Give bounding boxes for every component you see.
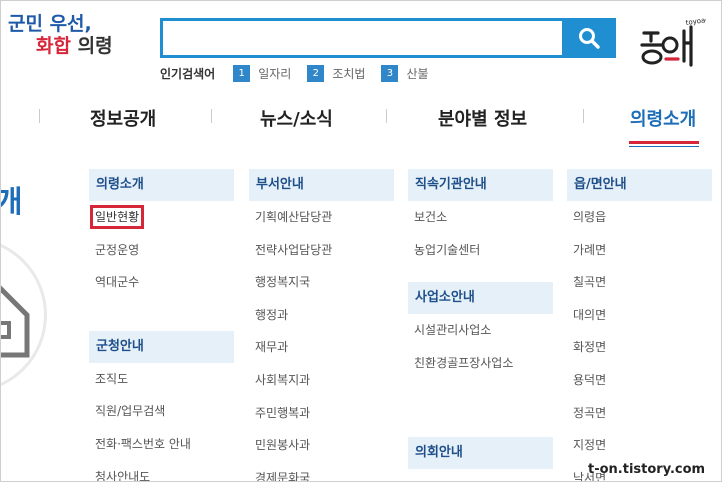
menu-item[interactable]: 전략사업담당관 bbox=[249, 234, 394, 267]
menu-item[interactable]: 용덕면 bbox=[567, 364, 712, 397]
menu-item[interactable]: 정곡면 bbox=[567, 397, 712, 430]
svg-text:toyoae: toyoae bbox=[685, 16, 706, 27]
menu-heading-office[interactable]: 군청안내 bbox=[89, 330, 234, 363]
menu-heading-council[interactable]: 의회안내 bbox=[408, 437, 553, 470]
menu-group-council: 의회안내 bbox=[408, 437, 553, 470]
menu-item[interactable]: 칠곡면 bbox=[567, 266, 712, 299]
menu-item[interactable]: 주민행복과 bbox=[249, 397, 394, 430]
menu-item[interactable]: 행정과 bbox=[249, 299, 394, 332]
keyword-rank-badge: 3 bbox=[381, 65, 399, 82]
keyword-text: 산불 bbox=[406, 67, 429, 81]
nav-divider bbox=[386, 109, 387, 123]
house-icon bbox=[1, 271, 31, 365]
popular-keywords: 인기검색어 1 일자리 2 조치법 3 산불 bbox=[160, 65, 445, 82]
nav-item-info-disclosure[interactable]: 정보공개 bbox=[90, 105, 156, 131]
menu-column-towns: 읍/면안내 의령읍 가례면 칠곡면 대의면 화정면 용덕면 정곡면 지정면 낙서… bbox=[567, 169, 712, 481]
popular-keyword-3[interactable]: 3 산불 bbox=[381, 65, 429, 82]
logo-line-2a: 화합 bbox=[36, 35, 71, 57]
popular-keyword-2[interactable]: 2 조치법 bbox=[307, 65, 365, 82]
page-frame: 군민 우선, 화합 의령 인기검색어 1 일자리 2 조치법 3 산불 toyoae bbox=[0, 0, 722, 482]
menu-item[interactable]: 시설관리사업소 bbox=[408, 314, 553, 347]
menu-item[interactable]: 기획예산담당관 bbox=[249, 201, 394, 234]
menu-item[interactable]: 경제문화국 bbox=[249, 462, 394, 481]
search-button[interactable] bbox=[562, 18, 616, 58]
keyword-text: 조치법 bbox=[332, 67, 366, 81]
logo-line-2b: 의령 bbox=[70, 35, 113, 57]
menu-item[interactable]: 지정면 bbox=[567, 429, 712, 462]
search-bar bbox=[160, 18, 616, 58]
site-logo[interactable]: 군민 우선, 화합 의령 bbox=[8, 13, 113, 57]
nav-item-about[interactable]: 의령소개 bbox=[630, 105, 696, 131]
active-nav-underline-blue bbox=[629, 146, 699, 147]
side-title-fragment: 개 bbox=[1, 177, 23, 221]
menu-item[interactable]: 화정면 bbox=[567, 331, 712, 364]
menu-item[interactable]: 역대군수 bbox=[89, 266, 234, 299]
highlighted-menu-item: 일반현황 bbox=[90, 205, 145, 229]
menu-column-departments: 부서안내 기획예산담당관 전략사업담당관 행정복지국 행정과 재무과 사회복지과… bbox=[249, 169, 394, 481]
keyword-rank-badge: 1 bbox=[233, 65, 251, 82]
menu-heading-agencies[interactable]: 직속기관안내 bbox=[408, 169, 553, 201]
menu-heading-departments[interactable]: 부서안내 bbox=[249, 169, 394, 201]
nav-item-field-info[interactable]: 분야별 정보 bbox=[438, 105, 527, 131]
keyword-rank-badge: 2 bbox=[307, 65, 325, 82]
menu-item[interactable]: 사회복지과 bbox=[249, 364, 394, 397]
menu-item[interactable]: 직원/업무검색 bbox=[89, 395, 234, 428]
popular-keyword-1[interactable]: 1 일자리 bbox=[233, 65, 291, 82]
keyword-text: 일자리 bbox=[258, 67, 292, 81]
menu-item[interactable]: 청사안내도 bbox=[89, 461, 234, 481]
menu-item[interactable]: 행정복지국 bbox=[249, 266, 394, 299]
menu-item[interactable]: 농업기술센터 bbox=[408, 234, 553, 267]
search-input[interactable] bbox=[163, 21, 577, 55]
main-nav: 정보공개 뉴스/소식 분야별 정보 의령소개 bbox=[1, 97, 721, 137]
menu-item[interactable]: 조직도 bbox=[89, 363, 234, 396]
menu-item[interactable]: 전화·팩스번호 안내 bbox=[89, 428, 234, 461]
menu-item[interactable]: 의령읍 bbox=[567, 201, 712, 234]
menu-item[interactable]: 민원봉사과 bbox=[249, 429, 394, 462]
logo-line-1: 군민 우선, bbox=[8, 13, 92, 35]
brand-logo-icon: toyoae bbox=[640, 16, 710, 67]
menu-group-office: 군청안내 조직도 직원/업무검색 전화·팩스번호 안내 청사안내도 bbox=[89, 330, 234, 481]
menu-heading-towns[interactable]: 읍/면안내 bbox=[567, 169, 712, 201]
nav-divider bbox=[39, 109, 40, 123]
menu-item[interactable]: 군정운영 bbox=[89, 234, 234, 267]
menu-column-agencies: 직속기관안내 보건소 농업기술센터 사업소안내 시설관리사업소 친환경골프장사업… bbox=[408, 169, 553, 470]
menu-item[interactable]: 보건소 bbox=[408, 201, 553, 234]
brand-logo[interactable]: toyoae bbox=[636, 15, 710, 69]
menu-item[interactable]: 가례면 bbox=[567, 234, 712, 267]
logo-line-2: 화합 의령 bbox=[36, 35, 113, 57]
search-icon bbox=[579, 28, 600, 49]
menu-group-business: 사업소안내 시설관리사업소 친환경골프장사업소 bbox=[408, 282, 553, 379]
menu-item[interactable]: 친환경골프장사업소 bbox=[408, 347, 553, 380]
active-nav-underline-red bbox=[629, 141, 699, 144]
popular-keywords-label: 인기검색어 bbox=[160, 67, 216, 81]
menu-column-about: 의령소개 일반현황 군정운영 역대군수 군청안내 조직도 직원/업무검색 전화·… bbox=[89, 169, 234, 481]
menu-item[interactable]: 대의면 bbox=[567, 299, 712, 332]
nav-divider bbox=[583, 109, 584, 123]
nav-divider bbox=[211, 109, 212, 123]
nav-item-news[interactable]: 뉴스/소식 bbox=[260, 105, 333, 131]
menu-heading-about[interactable]: 의령소개 bbox=[89, 169, 234, 201]
menu-item-general-status[interactable]: 일반현황 bbox=[89, 201, 234, 234]
menu-heading-business[interactable]: 사업소안내 bbox=[408, 282, 553, 315]
watermark: t-on.tistory.com bbox=[588, 462, 706, 477]
menu-item[interactable]: 재무과 bbox=[249, 331, 394, 364]
